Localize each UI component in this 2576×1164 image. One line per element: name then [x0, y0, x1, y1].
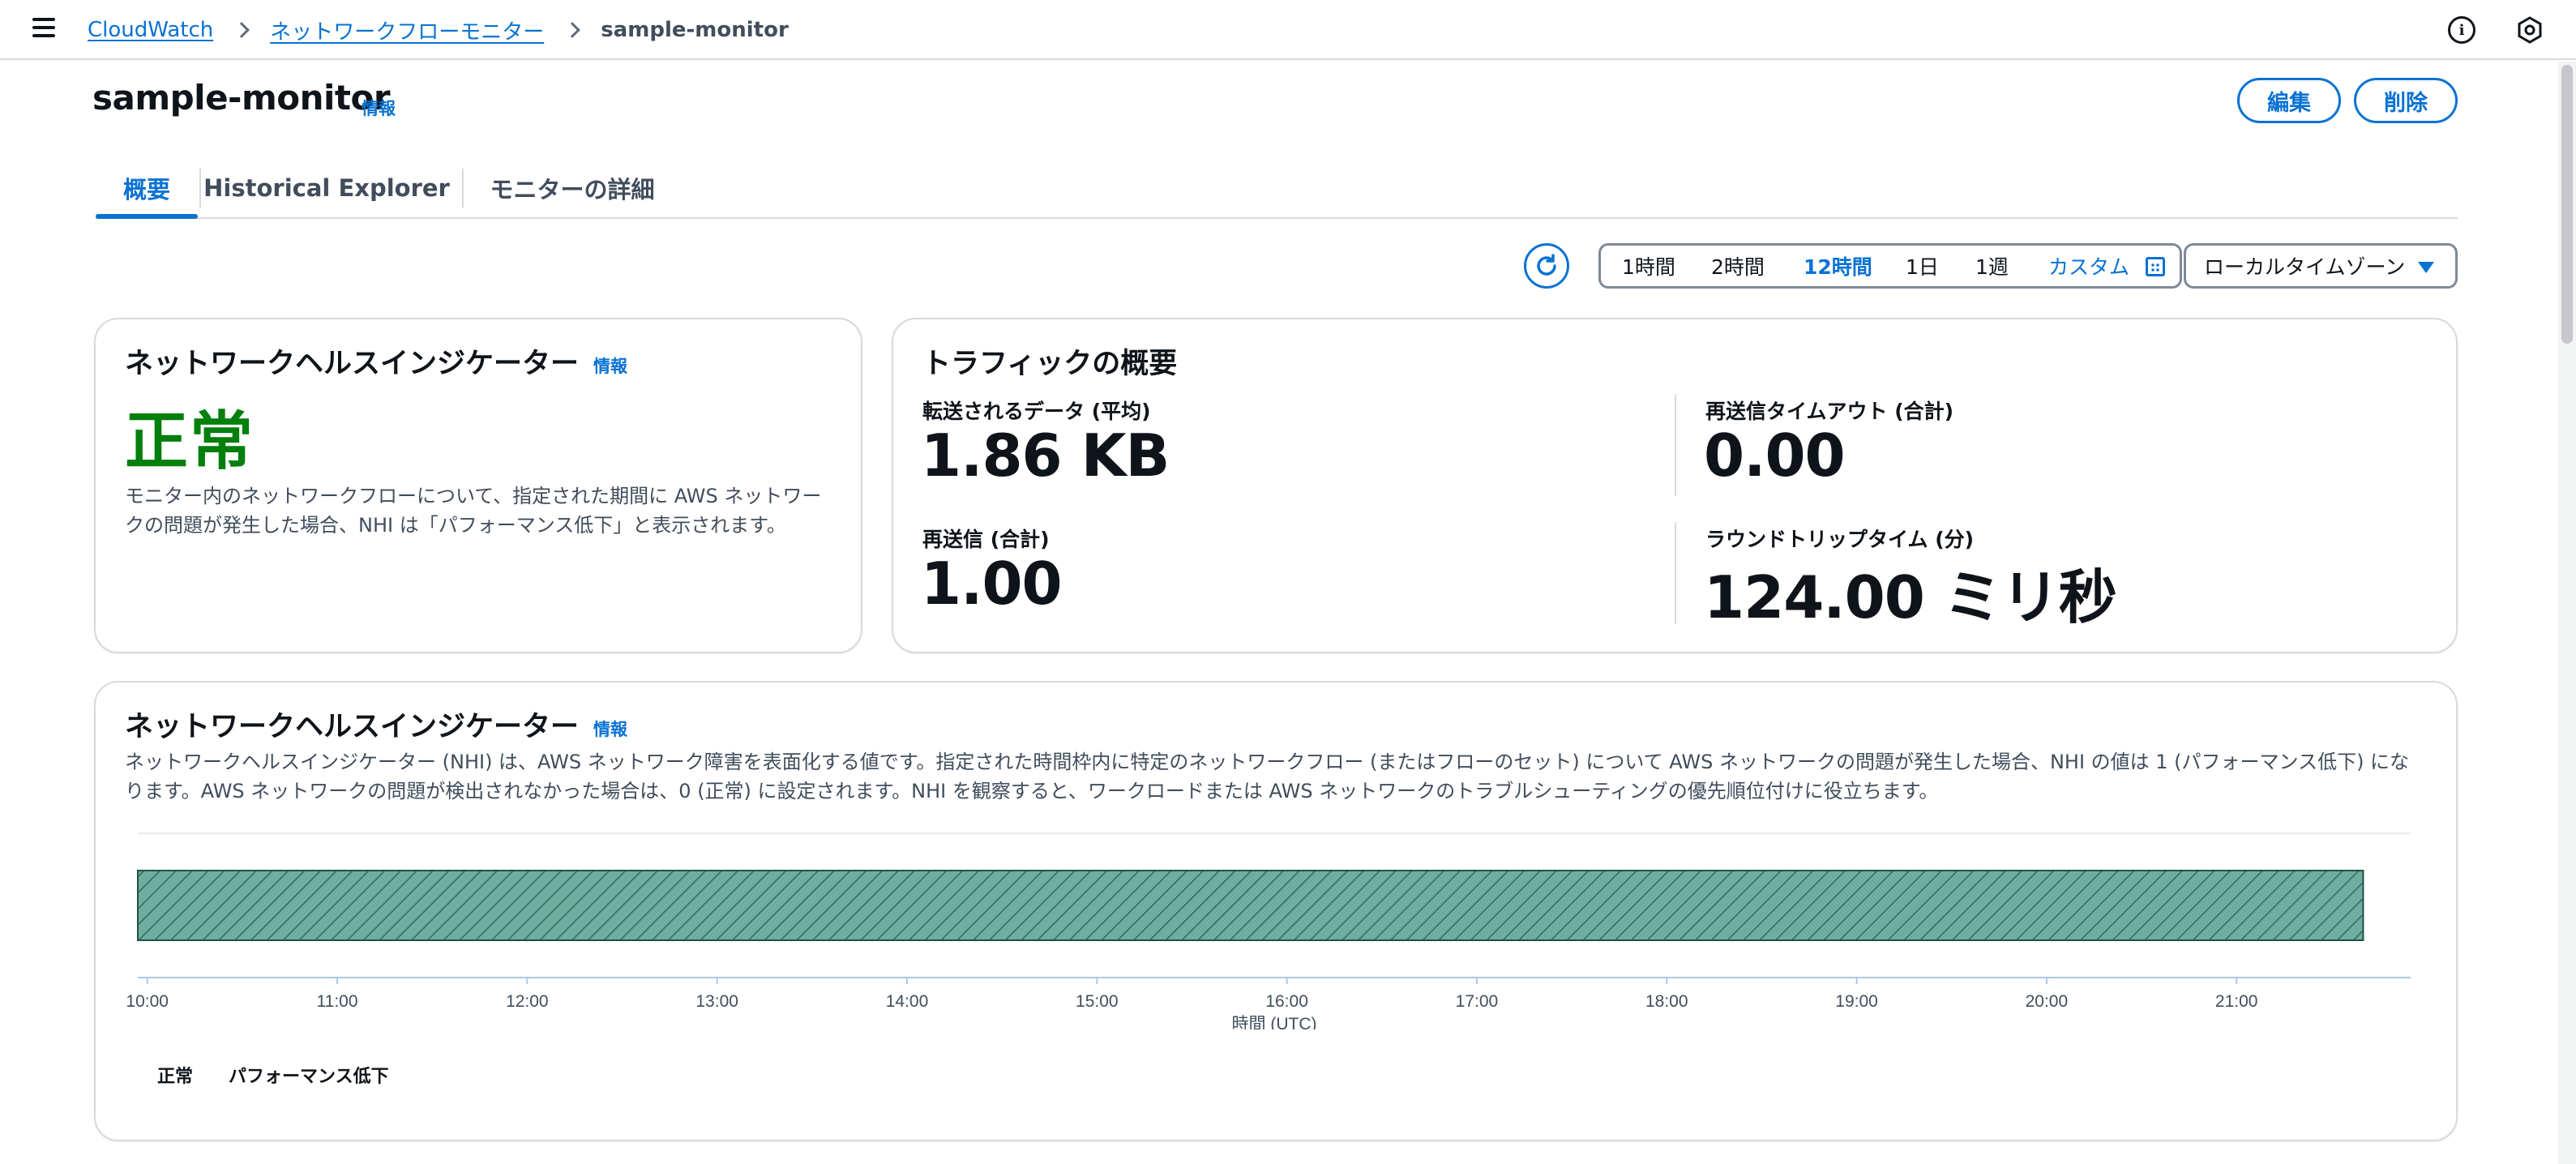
chart-bar-0[interactable]: [137, 870, 2364, 941]
metric-retransmission-timeout-label: 再送信タイムアウト (合計): [1705, 400, 1954, 423]
chart-x-tick-label: 10:00: [126, 992, 169, 1011]
tab-historical-explorer[interactable]: Historical Explorer: [199, 159, 454, 217]
chart-x-axis-label: 時間 (UTC): [1232, 1015, 1317, 1029]
range-12h[interactable]: 12時間: [1804, 246, 1872, 286]
metric-data-transferred-value: 1.86 KB: [921, 422, 1170, 490]
legend-degraded[interactable]: パフォーマンス低下: [229, 1062, 389, 1088]
chart-x-tick-label: 17:00: [1456, 992, 1499, 1011]
breadcrumb-cloudwatch-link[interactable]: CloudWatch: [88, 18, 213, 42]
page-scrollbar[interactable]: [2558, 62, 2576, 1164]
delete-button[interactable]: 削除: [2354, 78, 2458, 123]
metric-divider: [1675, 394, 1676, 496]
hamburger-menu-icon[interactable]: [32, 18, 57, 41]
chart-x-tick-label: 14:00: [886, 992, 929, 1011]
caret-down-icon: [2418, 262, 2434, 273]
tab-overview-label: 概要: [122, 176, 170, 203]
tab-historical-explorer-label: Historical Explorer: [203, 174, 450, 202]
timezone-value: ローカルタイムゾーン: [2204, 255, 2406, 279]
traffic-card-title: トラフィックの概要: [922, 348, 1178, 380]
chevron-right-icon: [564, 22, 581, 38]
breadcrumb-current: sample-monitor: [601, 18, 789, 42]
nhi-card-title: ネットワークヘルスインジケーター: [125, 711, 580, 743]
nhi-chart: 10:00 11:00 12:00 13:00 14:00 15:00 16:00 17:00…: [126, 832, 2411, 1029]
tab-overview[interactable]: 概要: [96, 159, 198, 219]
top-navigation-bar: CloudWatch ネットワークフローモニター sample-monitor …: [0, 0, 2576, 60]
metric-retransmission-timeout-value: 0.00: [1704, 422, 1846, 490]
tab-monitor-details[interactable]: モニターの詳細: [464, 159, 681, 217]
time-range-selector: 1時間 2時間 12時間 1日 1週 カスタム: [1598, 243, 2182, 289]
breadcrumb: CloudWatch ネットワークフローモニター sample-monitor: [88, 0, 789, 60]
scroll-thumb[interactable]: [2561, 65, 2573, 344]
chart-legend: 正常 パフォーマンス低下: [157, 1062, 389, 1088]
settings-hexagon-icon[interactable]: [2516, 16, 2544, 44]
chart-x-tick-label: 15:00: [1076, 992, 1119, 1011]
metric-data-transferred-label: 転送されるデータ (平均): [922, 400, 1151, 423]
nhi-card-info-link[interactable]: 情報: [593, 717, 627, 741]
health-card-title: ネットワークヘルスインジケーター: [125, 348, 580, 380]
refresh-button[interactable]: [1524, 243, 1569, 289]
metric-retransmissions-label: 再送信 (合計): [922, 528, 1050, 551]
edit-button[interactable]: 編集: [2237, 78, 2341, 123]
range-1w[interactable]: 1週: [1975, 246, 2009, 286]
traffic-summary-card: トラフィックの概要 転送されるデータ (平均) 1.86 KB 再送信タイムアウ…: [892, 318, 2458, 653]
chart-x-tick-label: 16:00: [1265, 992, 1308, 1011]
health-card-info-link[interactable]: 情報: [593, 353, 627, 378]
chart-x-tick-label: 20:00: [2026, 992, 2069, 1011]
metric-retransmissions-value: 1.00: [921, 550, 1063, 618]
info-circle-icon[interactable]: i: [2448, 16, 2475, 44]
health-description: モニター内のネットワークフローについて、指定された期間に AWS ネットワークの…: [125, 485, 822, 537]
range-1h[interactable]: 1時間: [1622, 246, 1675, 286]
chevron-right-icon: [233, 22, 250, 38]
chart-x-tick-label: 21:00: [2215, 992, 2258, 1011]
breadcrumb-network-flow-monitor-link[interactable]: ネットワークフローモニター: [270, 15, 544, 45]
range-2h[interactable]: 2時間: [1711, 246, 1765, 286]
range-1d[interactable]: 1日: [1906, 246, 1939, 286]
chart-x-tick-label: 18:00: [1645, 992, 1688, 1011]
calendar-icon[interactable]: [2146, 257, 2165, 276]
title-info-link[interactable]: 情報: [362, 96, 396, 120]
refresh-icon: [1537, 254, 1556, 276]
chart-x-tick-label: 19:00: [1835, 992, 1878, 1011]
health-status: 正常: [125, 405, 255, 478]
timezone-select[interactable]: ローカルタイムゾーン: [2184, 243, 2458, 289]
tab-monitor-details-label: モニターの詳細: [490, 176, 655, 203]
legend-normal[interactable]: 正常: [157, 1062, 193, 1088]
chart-x-tick-label: 13:00: [695, 992, 738, 1011]
metric-round-trip-time-label: ラウンドトリップタイム (分): [1705, 528, 1975, 551]
chart-x-tick-label: 12:00: [506, 992, 549, 1011]
range-custom[interactable]: カスタム: [2048, 246, 2129, 286]
metric-round-trip-time-value: 124.00 ミリ秒: [1704, 563, 2117, 631]
nhi-description: ネットワークヘルスインジケーター (NHI) は、AWS ネットワーク障害を表面…: [125, 751, 2410, 802]
chart-x-tick-label: 11:00: [317, 992, 358, 1011]
health-indicator-card: ネットワークヘルスインジケーター 情報 正常 モニター内のネットワークフローにつ…: [94, 318, 862, 653]
tab-list: 概要 Historical Explorer モニターの詳細: [96, 159, 2458, 219]
metric-divider: [1675, 522, 1676, 624]
page-title: sample-monitor: [92, 78, 391, 118]
tab-active-indicator: [96, 214, 198, 219]
